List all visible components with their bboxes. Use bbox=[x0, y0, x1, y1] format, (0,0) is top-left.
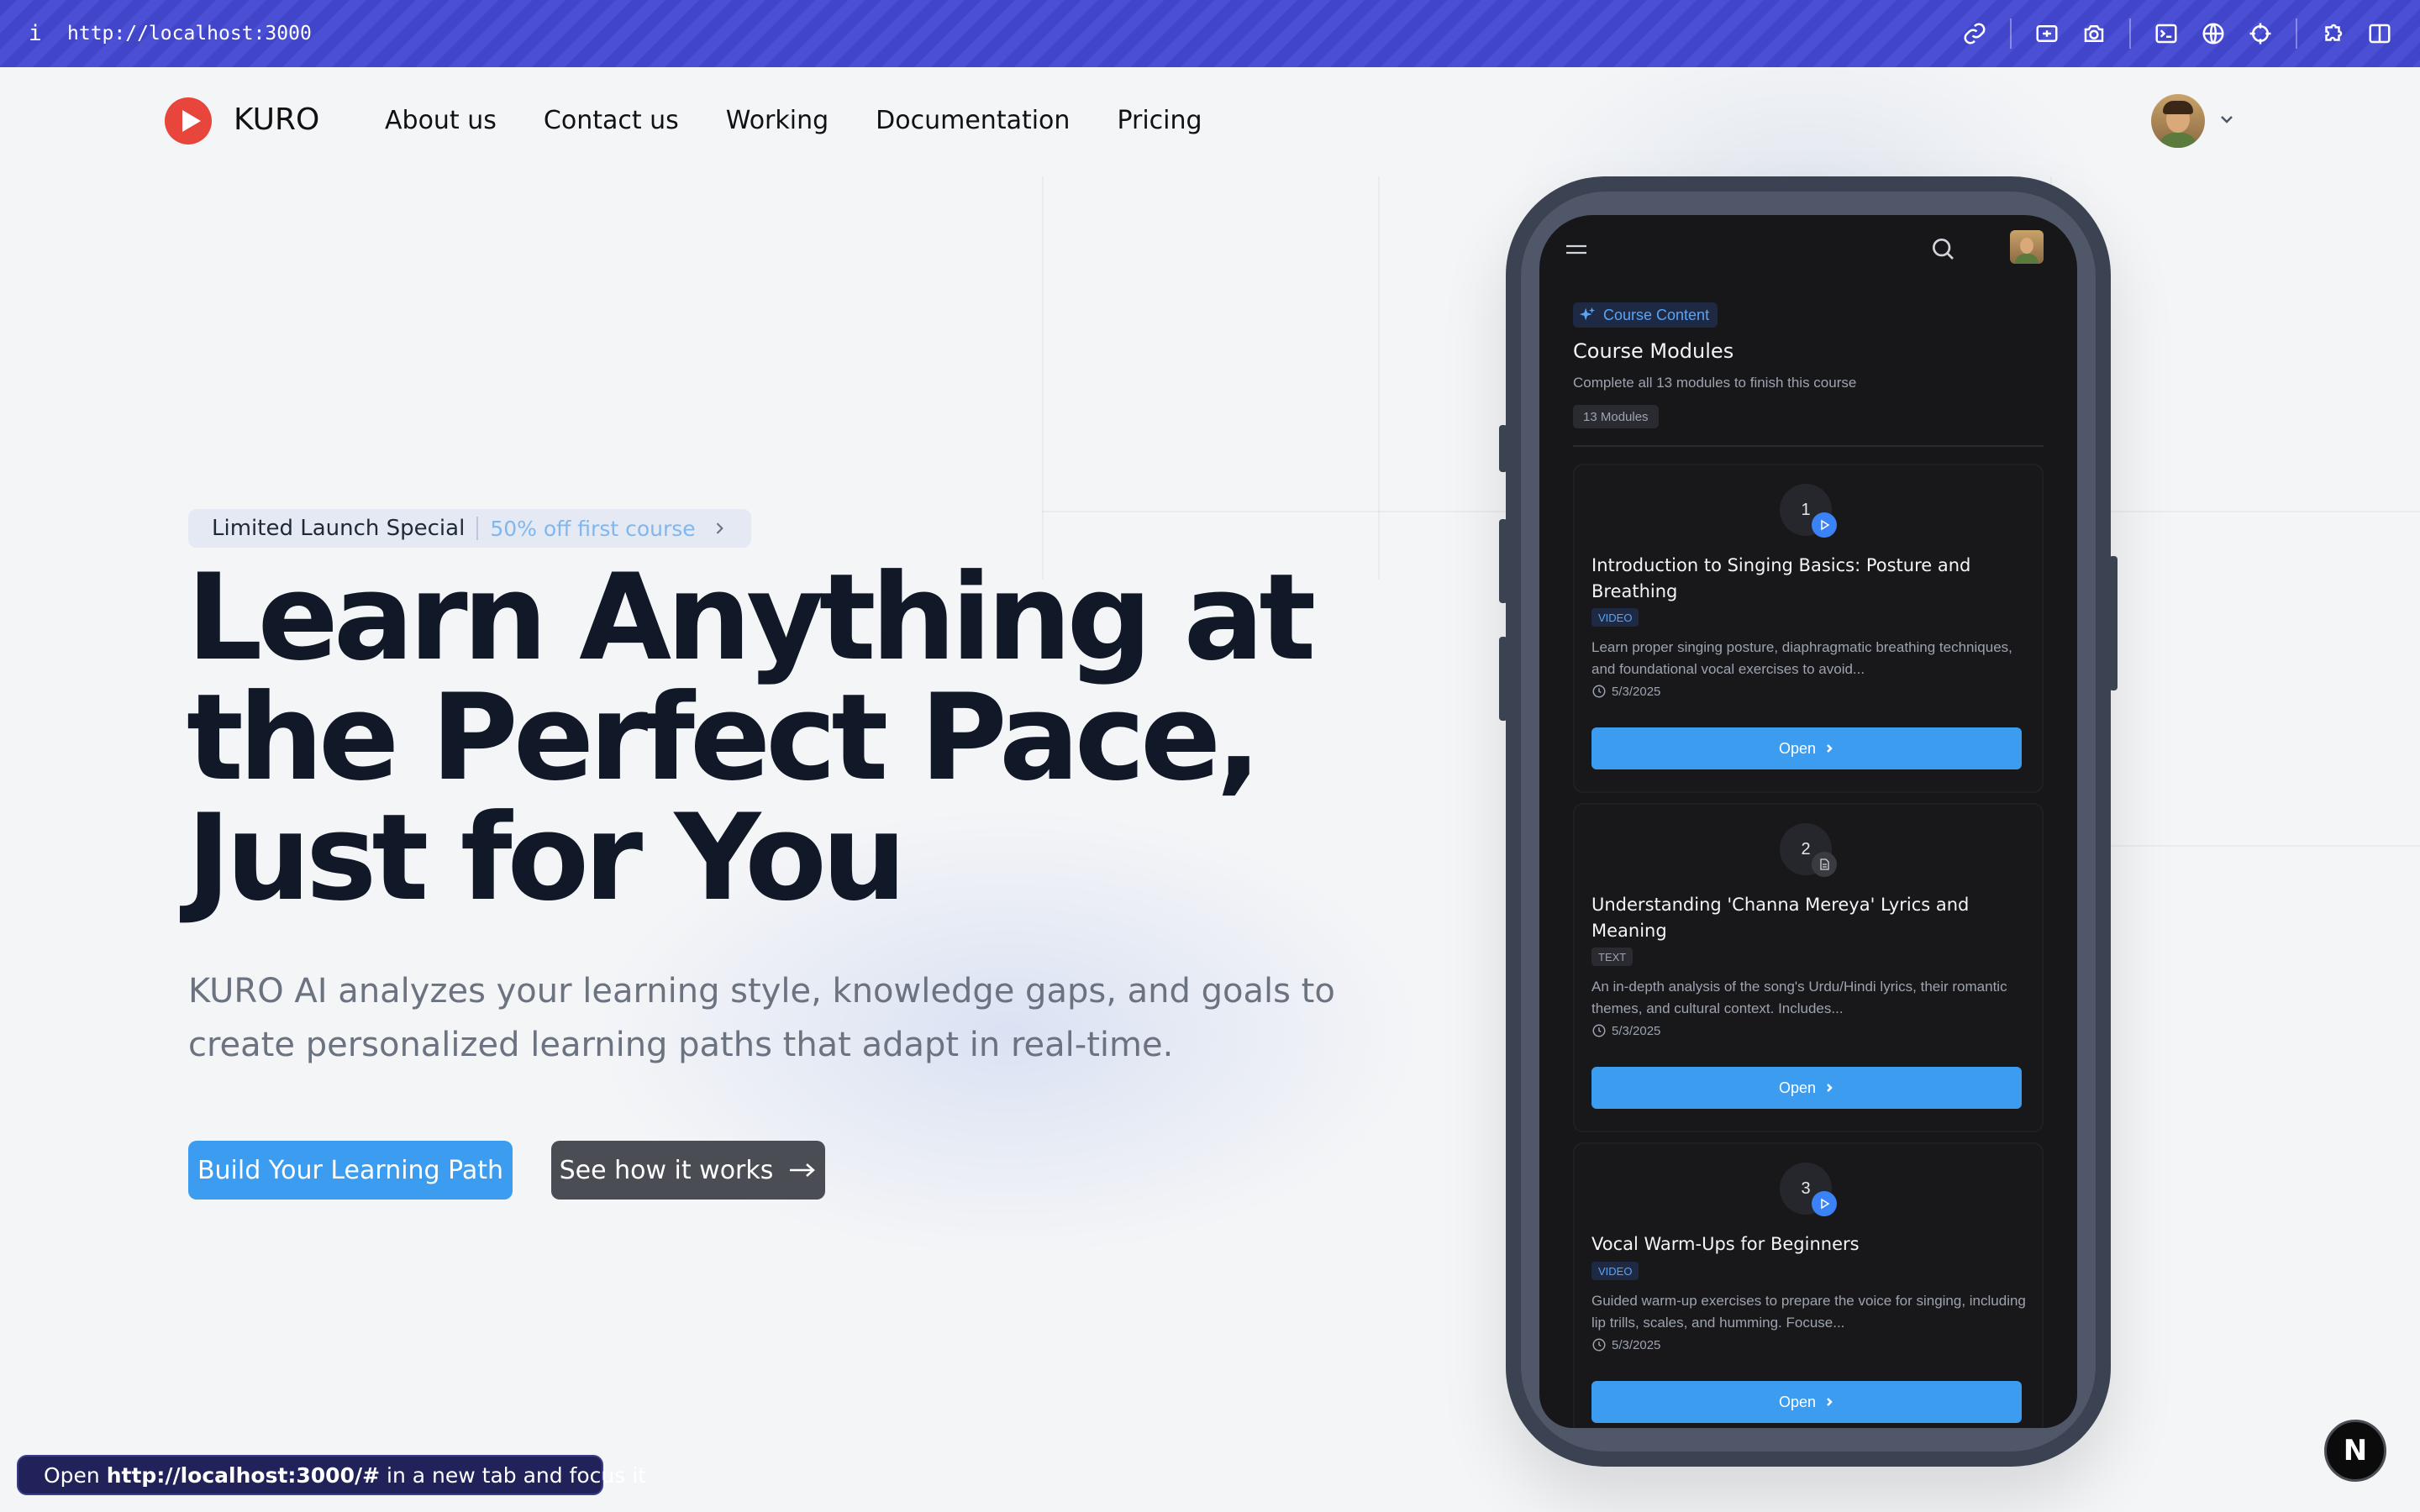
module-type-tag: TEXT bbox=[1591, 948, 1634, 966]
background-grid-line bbox=[1378, 176, 1380, 580]
module-date-text: 5/3/2025 bbox=[1612, 1023, 1661, 1038]
module-description: Guided warm-up exercises to prepare the … bbox=[1591, 1293, 2026, 1331]
terminal-icon[interactable] bbox=[2143, 10, 2190, 57]
module-date: 5/3/2025 bbox=[1591, 1023, 1660, 1038]
phone-side-button bbox=[1499, 425, 1507, 472]
module-type-tag: VIDEO bbox=[1591, 1262, 1639, 1280]
crosshair-icon[interactable] bbox=[2237, 10, 2284, 57]
open-module-button[interactable]: Open bbox=[1591, 727, 2022, 769]
nav-link-working[interactable]: Working bbox=[726, 106, 829, 135]
module-date: 5/3/2025 bbox=[1591, 1337, 1660, 1352]
toast-prefix: Open bbox=[44, 1462, 100, 1488]
divider bbox=[1573, 445, 2044, 447]
nextjs-dev-tools-button[interactable]: N bbox=[2324, 1420, 2386, 1482]
module-description: An in-depth analysis of the song's Urdu/… bbox=[1591, 979, 2007, 1016]
nav-link-about[interactable]: About us bbox=[385, 106, 497, 135]
toast-suffix: in a new tab and focus it bbox=[387, 1462, 646, 1488]
background-grid-line bbox=[1042, 176, 1044, 580]
module-date-text: 5/3/2025 bbox=[1612, 1337, 1661, 1352]
module-date-text: 5/3/2025 bbox=[1612, 684, 1661, 699]
course-modules-subtitle: Complete all 13 modules to finish this c… bbox=[1573, 375, 1857, 391]
kuro-logo-icon[interactable] bbox=[165, 97, 212, 144]
phone-screen: Course Content Course Modules Complete a… bbox=[1539, 215, 2077, 1428]
toolbar-tools bbox=[1951, 0, 2403, 67]
toolbar-separator bbox=[2129, 18, 2131, 49]
sidebar-icon[interactable] bbox=[2356, 10, 2403, 57]
promo-offer: 50% off first course bbox=[490, 516, 696, 541]
module-card: 2 Understanding 'Channa Mereya' Lyrics a… bbox=[1573, 803, 2044, 1132]
chevron-right-icon bbox=[716, 522, 723, 534]
extensions-icon[interactable] bbox=[2309, 10, 2356, 57]
screen-avatar[interactable] bbox=[2010, 230, 2044, 264]
nav-link-pricing[interactable]: Pricing bbox=[1117, 106, 1202, 135]
module-card: 1 Introduction to Singing Basics: Postur… bbox=[1573, 464, 2044, 793]
hero-subtitle: KURO AI analyzes your learning style, kn… bbox=[188, 972, 1335, 1064]
chevron-right-icon bbox=[1827, 1084, 1833, 1092]
chevron-right-icon bbox=[1827, 1398, 1833, 1406]
toolbar-separator bbox=[2010, 18, 2012, 49]
open-label: Open bbox=[1778, 739, 1817, 757]
main-nav: About us Contact us Working Documentatio… bbox=[385, 106, 1202, 135]
build-learning-path-label: Build Your Learning Path bbox=[197, 1155, 504, 1185]
module-title: Introduction to Singing Basics: Posture … bbox=[1591, 555, 1971, 601]
brand-name[interactable]: KURO bbox=[234, 102, 319, 137]
headline-line: Just for You bbox=[187, 789, 907, 927]
promo-banner[interactable]: Limited Launch Special 50% off first cou… bbox=[188, 509, 751, 548]
hero-headline: Learn Anything at the Perfect Pace, Just… bbox=[187, 558, 1380, 918]
video-icon bbox=[1812, 1191, 1837, 1216]
promo-divider bbox=[476, 517, 479, 540]
open-label: Open bbox=[1778, 1393, 1817, 1410]
chevron-right-icon bbox=[1827, 744, 1833, 753]
document-icon bbox=[1812, 852, 1837, 877]
module-type-tag: VIDEO bbox=[1591, 608, 1639, 627]
course-modules-title: Course Modules bbox=[1573, 339, 1734, 363]
open-label: Open bbox=[1778, 1079, 1817, 1096]
globe-icon[interactable] bbox=[2190, 10, 2237, 57]
phone-mockup: Course Content Course Modules Complete a… bbox=[1499, 176, 2118, 1467]
see-how-it-works-label: See how it works bbox=[559, 1155, 774, 1185]
clock-icon bbox=[1592, 1024, 1606, 1037]
module-title: Vocal Warm-Ups for Beginners bbox=[1591, 1234, 1860, 1254]
video-icon bbox=[1812, 512, 1837, 538]
modules-count-badge: 13 Modules bbox=[1573, 405, 1659, 428]
clock-icon bbox=[1592, 685, 1606, 698]
search-icon[interactable] bbox=[1929, 235, 1956, 262]
headline-line: Learn Anything at bbox=[187, 549, 1316, 687]
open-module-button[interactable]: Open bbox=[1591, 1067, 2022, 1109]
phone-side-button bbox=[1499, 637, 1507, 721]
phone-side-button bbox=[1499, 519, 1507, 603]
module-card: 3 Vocal Warm-Ups for Beginners VIDEO Gui… bbox=[1573, 1142, 2044, 1428]
clock-icon bbox=[1592, 1338, 1606, 1352]
site-header: KURO About us Contact us Working Documen… bbox=[0, 67, 2420, 175]
see-how-it-works-button[interactable]: See how it works bbox=[551, 1141, 825, 1200]
toolbar-separator bbox=[2296, 18, 2297, 49]
chevron-down-icon[interactable] bbox=[2217, 109, 2237, 129]
user-avatar[interactable] bbox=[2151, 94, 2205, 148]
link-status-toast: Open http://localhost:3000/# in a new ta… bbox=[17, 1455, 646, 1495]
sparkles-icon bbox=[1579, 307, 1596, 321]
build-learning-path-button[interactable]: Build Your Learning Path bbox=[188, 1141, 513, 1200]
module-description: Learn proper singing posture, diaphragma… bbox=[1591, 639, 2012, 677]
course-content-label: Course Content bbox=[1603, 306, 1710, 323]
nav-link-contact[interactable]: Contact us bbox=[544, 106, 679, 135]
module-title: Understanding 'Channa Mereya' Lyrics and… bbox=[1591, 895, 1970, 941]
module-date: 5/3/2025 bbox=[1591, 684, 1660, 699]
phone-side-button bbox=[2109, 556, 2118, 690]
promo-label: Limited Launch Special bbox=[212, 516, 466, 541]
link-icon[interactable] bbox=[1951, 10, 1998, 57]
browser-toolbar: i http://localhost:3000 bbox=[0, 0, 2420, 67]
camera-icon[interactable] bbox=[2070, 10, 2118, 57]
toast-url: http://localhost:3000/# bbox=[106, 1462, 381, 1488]
course-content-badge: Course Content bbox=[1573, 302, 1718, 328]
toast-text: Open http://localhost:3000/# in a new ta… bbox=[44, 1463, 646, 1488]
nav-link-documentation[interactable]: Documentation bbox=[876, 106, 1070, 135]
screenshot-area-icon[interactable] bbox=[2023, 10, 2070, 57]
phone-bezel: Course Content Course Modules Complete a… bbox=[1521, 192, 2096, 1452]
info-icon[interactable]: i bbox=[29, 21, 54, 46]
menu-icon[interactable] bbox=[1563, 239, 1590, 260]
arrow-right-icon bbox=[790, 1163, 816, 1177]
open-module-button[interactable]: Open bbox=[1591, 1381, 2022, 1423]
address-bar[interactable]: http://localhost:3000 bbox=[67, 23, 312, 45]
headline-line: the Perfect Pace, bbox=[187, 669, 1261, 807]
